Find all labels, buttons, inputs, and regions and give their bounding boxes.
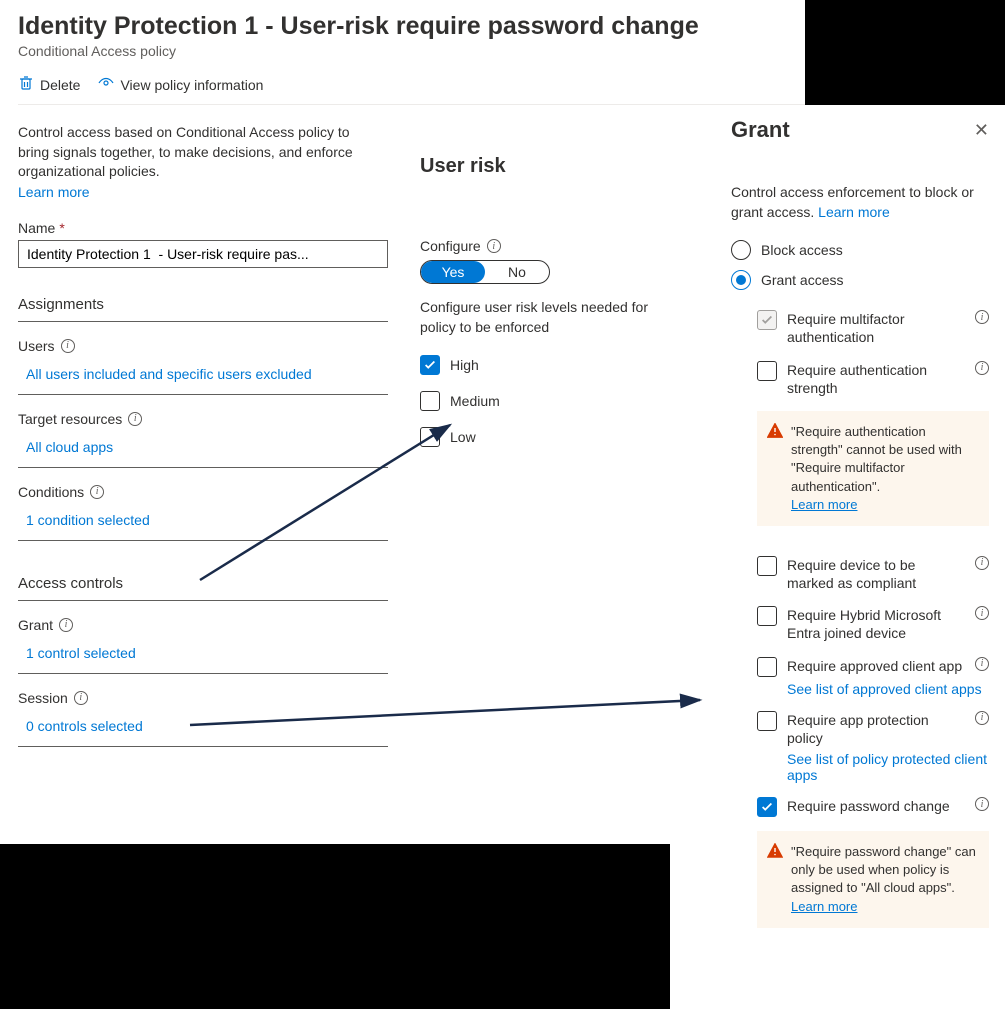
info-icon[interactable]: i	[975, 361, 989, 375]
users-label: Users i	[18, 338, 388, 354]
grant-panel: Grant ✕ Control access enforcement to bl…	[715, 105, 1005, 950]
checkbox-checked-icon	[757, 797, 777, 817]
require-hybrid-device-checkbox[interactable]: Require Hybrid Microsoft Entra joined de…	[757, 606, 989, 642]
left-panel: Control access based on Conditional Acce…	[0, 105, 400, 765]
conditions-section[interactable]: Conditions i 1 condition selected	[18, 468, 388, 541]
checkbox-checked-icon	[420, 355, 440, 375]
info-icon[interactable]: i	[975, 556, 989, 570]
info-icon[interactable]: i	[975, 797, 989, 811]
toggle-no[interactable]: No	[485, 261, 549, 283]
session-label: Session i	[18, 690, 388, 706]
checkbox-icon	[757, 361, 777, 381]
info-icon[interactable]: i	[90, 485, 104, 499]
approved-apps-link[interactable]: See list of approved client apps	[787, 681, 989, 697]
info-icon[interactable]: i	[975, 657, 989, 671]
intro-learn-more-link[interactable]: Learn more	[18, 184, 90, 200]
users-section[interactable]: Users i All users included and specific …	[18, 322, 388, 395]
require-password-change-checkbox[interactable]: Require password change i	[757, 797, 989, 817]
grant-heading: Grant	[731, 117, 790, 143]
require-auth-strength-checkbox[interactable]: Require authentication strength i	[757, 361, 989, 397]
warning-learn-more-link[interactable]: Learn more	[791, 497, 857, 512]
intro-text: Control access based on Conditional Acce…	[18, 123, 382, 182]
user-risk-helper: Configure user risk levels needed for po…	[420, 298, 660, 337]
grant-label: Grant i	[18, 617, 388, 633]
users-value[interactable]: All users included and specific users ex…	[18, 362, 388, 390]
delete-button[interactable]: Delete	[18, 75, 80, 94]
info-icon[interactable]: i	[975, 606, 989, 620]
session-value[interactable]: 0 controls selected	[18, 714, 388, 742]
session-section[interactable]: Session i 0 controls selected	[18, 674, 388, 747]
view-policy-info-button[interactable]: View policy information	[98, 75, 263, 94]
risk-medium-checkbox[interactable]: Medium	[420, 391, 660, 411]
radio-icon	[731, 240, 751, 260]
checkbox-checked-gray-icon	[757, 310, 777, 330]
require-mfa-checkbox[interactable]: Require multifactor authentication i	[757, 310, 989, 346]
toggle-yes[interactable]: Yes	[421, 261, 485, 283]
configure-toggle[interactable]: Yes No	[420, 260, 550, 284]
close-icon[interactable]: ✕	[974, 120, 989, 141]
warning-icon	[767, 843, 783, 864]
redaction-block-bottom	[0, 844, 670, 1009]
configure-label: Configure i	[420, 238, 660, 254]
warning-learn-more-link[interactable]: Learn more	[791, 899, 857, 914]
info-icon[interactable]: i	[128, 412, 142, 426]
grant-access-radio[interactable]: Grant access	[731, 270, 989, 290]
risk-high-checkbox[interactable]: High	[420, 355, 660, 375]
policy-name-input[interactable]	[18, 240, 388, 268]
access-controls-heading: Access controls	[18, 575, 388, 601]
conditions-label: Conditions i	[18, 484, 388, 500]
checkbox-icon	[757, 711, 777, 731]
warning-auth-strength: "Require authentication strength" cannot…	[757, 411, 989, 526]
delete-icon	[18, 75, 34, 94]
info-icon[interactable]: i	[61, 339, 75, 353]
grant-learn-more-link[interactable]: Learn more	[818, 204, 890, 220]
target-value[interactable]: All cloud apps	[18, 435, 388, 463]
protection-apps-link[interactable]: See list of policy protected client apps	[787, 751, 989, 783]
info-icon[interactable]: i	[975, 310, 989, 324]
info-icon[interactable]: i	[74, 691, 88, 705]
assignments-heading: Assignments	[18, 296, 388, 322]
user-risk-panel: User risk Configure i Yes No Configure u…	[400, 105, 680, 765]
eye-icon	[98, 75, 114, 94]
warning-icon	[767, 423, 783, 444]
block-access-radio[interactable]: Block access	[731, 240, 989, 260]
info-icon[interactable]: i	[59, 618, 73, 632]
checkbox-icon	[757, 657, 777, 677]
require-compliant-device-checkbox[interactable]: Require device to be marked as compliant…	[757, 556, 989, 592]
user-risk-heading: User risk	[420, 155, 660, 178]
grant-section[interactable]: Grant i 1 control selected	[18, 601, 388, 674]
grant-description: Control access enforcement to block or g…	[731, 183, 989, 222]
checkbox-icon	[757, 556, 777, 576]
risk-low-checkbox[interactable]: Low	[420, 427, 660, 447]
require-app-protection-checkbox[interactable]: Require app protection policy i	[757, 711, 989, 747]
checkbox-icon	[420, 391, 440, 411]
required-asterisk: *	[59, 220, 64, 236]
info-icon[interactable]: i	[487, 239, 501, 253]
target-resources-section[interactable]: Target resources i All cloud apps	[18, 395, 388, 468]
target-label: Target resources i	[18, 411, 388, 427]
checkbox-icon	[757, 606, 777, 626]
grant-value[interactable]: 1 control selected	[18, 641, 388, 669]
require-approved-app-checkbox[interactable]: Require approved client app i	[757, 657, 989, 677]
checkbox-icon	[420, 427, 440, 447]
conditions-value[interactable]: 1 condition selected	[18, 508, 388, 536]
name-label: Name *	[18, 220, 382, 236]
info-icon[interactable]: i	[975, 711, 989, 725]
radio-selected-icon	[731, 270, 751, 290]
warning-password-change: "Require password change" can only be us…	[757, 831, 989, 928]
